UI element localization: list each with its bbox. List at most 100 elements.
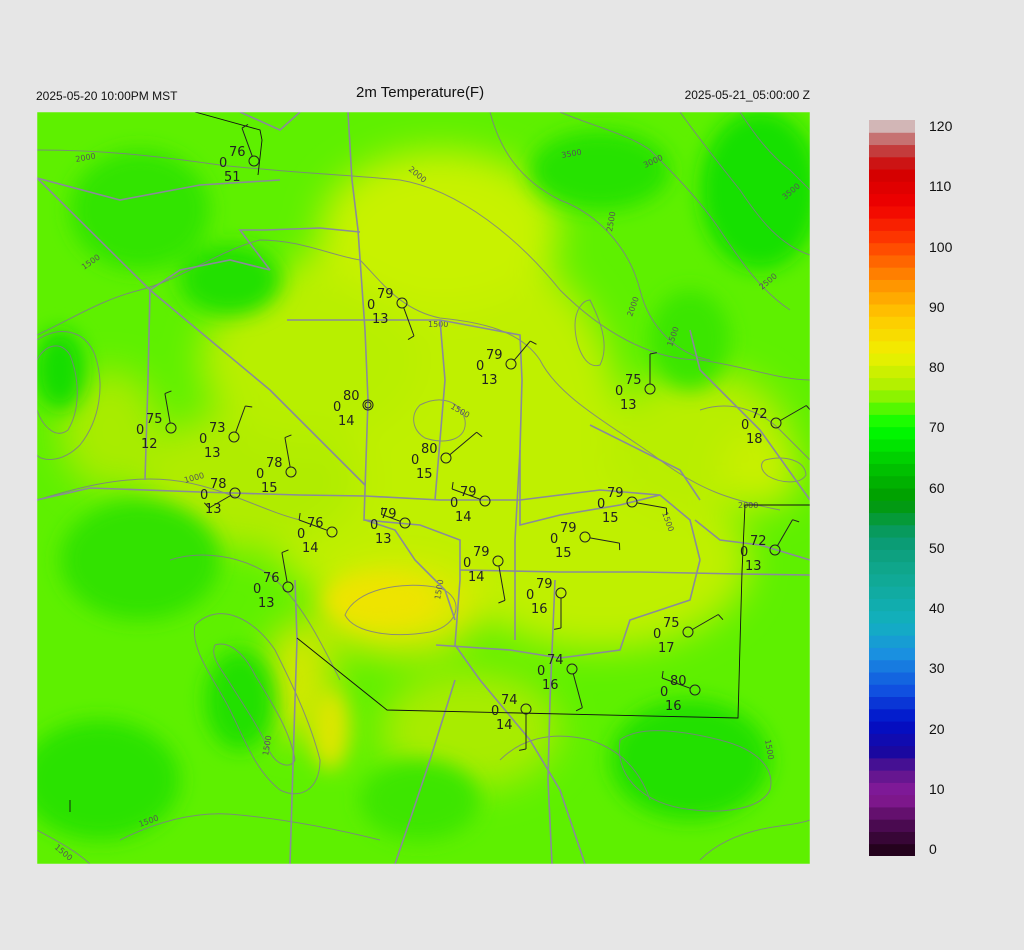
colorbar-band [869, 819, 915, 832]
station-pressure: 0 [253, 582, 261, 597]
map-title: 2m Temperature(F) [356, 84, 485, 101]
colorbar-band [869, 721, 915, 734]
colorbar-band [869, 610, 915, 624]
station-temperature: 80 [670, 674, 687, 689]
station-pressure: 0 [740, 545, 748, 560]
station-pressure: 0 [550, 532, 558, 547]
colorbar-tick-label: 90 [929, 298, 945, 315]
colorbar-band [869, 745, 915, 759]
station-pressure: 0 [370, 518, 378, 533]
colorbar-tick-label: 120 [929, 118, 953, 134]
contour-label: 2000 [738, 501, 758, 510]
station-pressure: 0 [660, 685, 668, 700]
colorbar-band [869, 708, 915, 722]
colorbar-band [869, 120, 915, 133]
colorbar-tick-label: 50 [929, 539, 945, 556]
station-temperature: 79 [460, 485, 477, 500]
colorbar-band [869, 316, 915, 330]
station-temperature: 73 [209, 421, 226, 436]
station-temperature: 79 [377, 287, 394, 302]
station-dewpoint: 16 [531, 602, 548, 617]
colorbar-band [869, 561, 915, 575]
colorbar-band [869, 733, 915, 747]
colorbar-band [869, 340, 915, 354]
station-temperature: 76 [263, 571, 280, 586]
station-pressure: 0 [653, 627, 661, 642]
station-dewpoint: 15 [416, 467, 433, 482]
station-dewpoint: 16 [542, 678, 559, 693]
colorbar-band [869, 426, 915, 440]
station-pressure: 0 [597, 497, 605, 512]
temperature-field [37, 112, 810, 864]
colorbar-tick-label: 100 [929, 238, 953, 255]
station-temperature: 75 [625, 373, 642, 388]
colorbar-band [869, 684, 915, 698]
colorbar-band [869, 463, 915, 477]
station-pressure: 0 [219, 156, 227, 171]
colorbar-band [869, 414, 915, 428]
colorbar-band [869, 365, 915, 379]
station-pressure: 0 [476, 359, 484, 374]
station-dewpoint: 16 [665, 699, 682, 714]
station-pressure: 0 [491, 704, 499, 719]
station-dewpoint: 15 [602, 511, 619, 526]
colorbar-band [869, 549, 915, 563]
station-dewpoint: 14 [455, 510, 472, 525]
colorbar-band [869, 205, 915, 219]
station-pressure: 0 [136, 423, 144, 438]
colorbar-band [869, 389, 915, 403]
colorbar-tick-label: 70 [929, 419, 945, 436]
station-temperature: 79 [607, 486, 624, 501]
station-temperature: 76 [229, 145, 246, 160]
station-pressure: 0 [411, 453, 419, 468]
station-pressure: 0 [256, 467, 264, 482]
station-temperature: 75 [146, 412, 163, 427]
colorbar-tick-label: 20 [929, 720, 945, 737]
colorbar-band [869, 132, 915, 146]
station-dewpoint: 14 [302, 541, 319, 556]
station-pressure: 0 [333, 400, 341, 415]
colorbar-tick-label: 30 [929, 660, 945, 677]
colorbar-band [869, 659, 915, 673]
station-temperature: 79 [380, 507, 397, 522]
colorbar-tick-label: 80 [929, 359, 945, 375]
station-dewpoint: 13 [258, 596, 275, 611]
colorbar-band [869, 635, 915, 648]
station-pressure: 0 [526, 588, 534, 603]
station-dewpoint: 12 [141, 437, 158, 452]
station-temperature: 79 [560, 521, 577, 536]
colorbar-band [869, 488, 915, 501]
station-pressure: 0 [615, 384, 623, 399]
colorbar-band [869, 438, 915, 452]
colorbar-tick-label: 40 [929, 600, 945, 616]
station-dewpoint: 15 [555, 546, 572, 561]
colorbar-band [869, 757, 915, 771]
station-dewpoint: 13 [745, 559, 762, 574]
colorbar-band [869, 304, 915, 317]
colorbar-band [869, 242, 915, 256]
colorbar-band [869, 218, 915, 231]
colorbar-band [869, 353, 915, 366]
station-temperature: 74 [547, 653, 564, 668]
station-dewpoint: 14 [496, 718, 513, 733]
colorbar-band [869, 156, 915, 170]
colorbar-band [869, 230, 915, 244]
station-dewpoint: 13 [620, 398, 637, 413]
colorbar-band [869, 831, 915, 845]
colorbar-band [869, 622, 915, 636]
station-dewpoint: 18 [746, 432, 763, 447]
colorbar-band [869, 647, 915, 661]
station-pressure: 0 [199, 432, 207, 447]
colorbar-band [869, 254, 915, 268]
colorbar-band [869, 377, 915, 391]
station-pressure: 0 [297, 527, 305, 542]
colorbar-band [869, 500, 915, 514]
station-temperature: 79 [473, 545, 490, 560]
colorbar-band [869, 451, 915, 464]
colorbar-band [869, 267, 915, 280]
station-temperature: 76 [307, 516, 324, 531]
station-dewpoint: 14 [468, 570, 485, 585]
station-pressure: 0 [367, 298, 375, 313]
station-temperature: 80 [421, 442, 438, 457]
station-dewpoint: 14 [338, 414, 355, 429]
